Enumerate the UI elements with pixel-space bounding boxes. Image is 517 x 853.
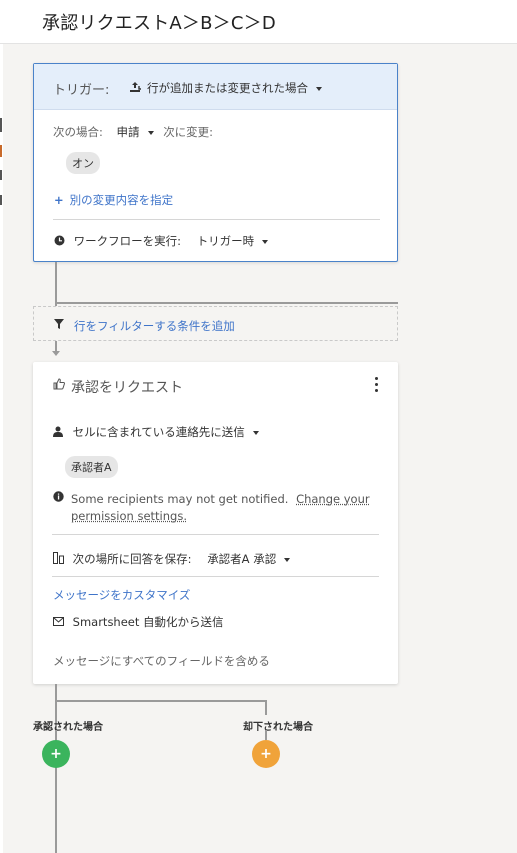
when-value: 申請 (116, 125, 140, 139)
notice-message: Some recipients may not get notified. (71, 492, 289, 506)
save-row: 次の場所に回答を保存: 承認者A 承認 (53, 551, 291, 567)
divider (53, 219, 380, 220)
send-to-value: セルに含まれている連絡先に送信 (72, 425, 245, 439)
header: 承認リクエストA＞B＞C＞D (0, 0, 517, 44)
trigger-header[interactable]: トリガー: 行が追加または変更された場合 (34, 64, 397, 110)
notice-text: Some recipients may not get notified. Ch… (71, 491, 391, 525)
connector-line (55, 262, 57, 306)
trigger-label: トリガー: (53, 83, 110, 98)
page-title: 承認リクエストA＞B＞C＞D (42, 13, 276, 34)
thumbs-up-icon (53, 378, 65, 390)
chevron-down-icon (316, 86, 322, 91)
approval-card[interactable]: 承認をリクエスト セルに含まれている連絡先に送信 承認者A Some recip… (33, 362, 398, 684)
person-icon (53, 426, 63, 437)
trigger-card[interactable]: トリガー: 行が追加または変更された場合 次の場合: 申請 次に変更: オン +… (33, 63, 398, 262)
connector-line (55, 302, 398, 304)
sender-row: Smartsheet 自動化から送信 (53, 614, 224, 630)
run-dropdown[interactable]: トリガー時 (197, 234, 269, 248)
when-label: 次の場合: (53, 125, 103, 139)
save-dropdown[interactable]: 承認者A 承認 (207, 552, 291, 566)
run-row: ワークフローを実行: トリガー時 (54, 233, 269, 249)
gutter-mark (0, 170, 2, 180)
include-fields-option[interactable]: メッセージにすべてのフィールドを含める (53, 653, 270, 669)
value-chip[interactable]: オン (66, 152, 100, 174)
add-filter-label: 行をフィルターする条件を追加 (74, 319, 235, 333)
add-change-label: 別の変更内容を指定 (69, 193, 174, 207)
info-icon (53, 491, 64, 502)
trigger-dropdown[interactable]: 行が追加または変更された場合 (147, 80, 322, 96)
when-row: 次の場合: 申請 次に変更: (53, 124, 213, 140)
chevron-down-icon (284, 557, 291, 562)
plus-icon: + (54, 193, 64, 207)
recipient-chip[interactable]: 承認者A (65, 456, 118, 478)
connector-line (55, 684, 57, 853)
save-value: 承認者A 承認 (207, 552, 277, 566)
send-row[interactable]: セルに含まれている連絡先に送信 (53, 424, 259, 440)
customize-message-link[interactable]: メッセージをカスタマイズ (53, 587, 190, 603)
chevron-down-icon (262, 239, 269, 244)
permission-link[interactable]: permission settings. (71, 509, 187, 523)
filter-icon (54, 319, 64, 329)
permission-link[interactable]: Change your (296, 492, 370, 506)
trigger-value: 行が追加または変更された場合 (147, 81, 308, 95)
more-options-icon[interactable] (373, 377, 379, 395)
connector-line (55, 700, 267, 702)
connector-line (265, 730, 267, 740)
add-change-link[interactable]: + 別の変更内容を指定 (54, 192, 173, 208)
run-label: ワークフローを実行: (73, 234, 182, 248)
gutter-mark (0, 118, 2, 132)
column-save-icon (53, 552, 64, 564)
card-title: 承認をリクエスト (71, 380, 183, 396)
chevron-down-icon (147, 130, 154, 135)
mail-icon (53, 617, 64, 626)
when-dropdown[interactable]: 申請 (117, 125, 154, 139)
clock-icon (54, 235, 65, 246)
divider (52, 534, 379, 535)
add-approved-step-button[interactable]: + (42, 740, 70, 768)
divider (52, 576, 379, 577)
row-update-icon (130, 82, 141, 92)
sender-value: Smartsheet 自動化から送信 (72, 615, 224, 629)
connector-line (55, 730, 57, 740)
change-label: 次に変更: (163, 125, 214, 139)
add-filter-button[interactable]: 行をフィルターする条件を追加 (33, 306, 398, 341)
rejected-branch-label: 却下された場合 (243, 722, 313, 733)
chevron-down-icon (252, 430, 259, 435)
arrow-down-icon (52, 351, 60, 356)
left-gutter (0, 44, 3, 853)
add-rejected-step-button[interactable]: + (252, 740, 280, 768)
gutter-mark (0, 195, 2, 205)
gutter-mark (0, 145, 2, 157)
approved-branch-label: 承認された場合 (33, 722, 103, 733)
run-value: トリガー時 (196, 234, 255, 248)
save-label: 次の場所に回答を保存: (72, 552, 192, 566)
connector-line (265, 700, 267, 715)
